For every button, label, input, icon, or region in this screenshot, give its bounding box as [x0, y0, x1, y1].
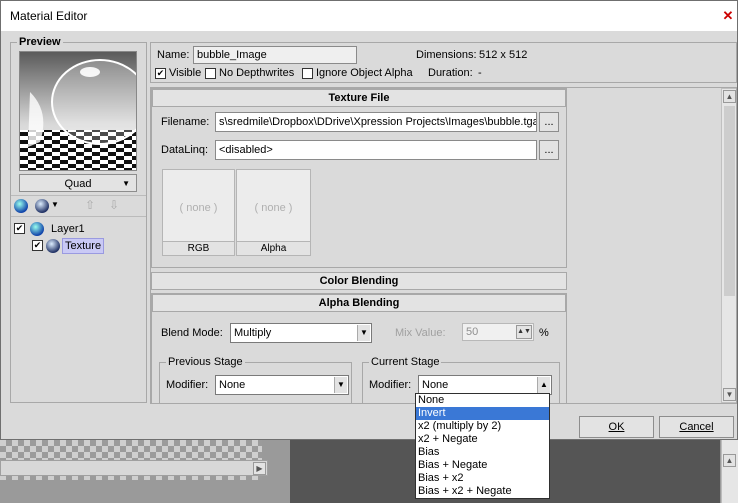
dropdown-option[interactable]: Bias + x2	[416, 472, 549, 485]
chevron-down-icon: ▼	[122, 179, 130, 188]
ignore-alpha-checkbox[interactable]	[302, 68, 313, 79]
datalinq-label: DataLinq:	[161, 144, 209, 156]
dropdown-option[interactable]: x2 + Negate	[416, 433, 549, 446]
dropdown-option[interactable]: None	[416, 394, 549, 407]
filename-browse-button[interactable]: ...	[539, 112, 559, 132]
layer1-checkbox[interactable]: ✔	[14, 223, 25, 234]
preview-group-title: Preview	[17, 36, 63, 48]
alpha-placeholder: ( none )	[254, 202, 293, 214]
spinner-icon[interactable]: ▲▼	[516, 325, 532, 339]
current-modifier-select[interactable]: None ▲	[418, 375, 552, 395]
duration-label: Duration:	[428, 67, 473, 79]
current-modifier-label: Modifier:	[369, 379, 412, 391]
mix-value-label: Mix Value:	[395, 327, 446, 339]
preview-render	[20, 52, 136, 170]
scroll-right-icon[interactable]: ▶	[253, 462, 266, 475]
chevron-down-icon[interactable]: ▼	[51, 200, 59, 209]
background-vertical-scrollbar[interactable]: ▲	[721, 440, 738, 503]
rgb-placeholder: ( none )	[179, 202, 218, 214]
filename-input[interactable]: s\sredmile\Dropbox\DDrive\Xpression Proj…	[215, 112, 537, 132]
alpha-blending-header[interactable]: Alpha Blending	[152, 294, 566, 312]
previous-modifier-label: Modifier:	[166, 379, 209, 391]
move-down-icon[interactable]: ⇩	[109, 198, 119, 212]
alpha-blending-section: Alpha Blending Blend Mode: Multiply ▼ Mi…	[151, 293, 567, 403]
alpha-thumbnail[interactable]: ( none ) Alpha	[236, 169, 311, 256]
close-icon[interactable]: ✕	[719, 8, 737, 24]
dropdown-option[interactable]: Bias	[416, 446, 549, 459]
current-stage-title: Current Stage	[369, 356, 442, 368]
chevron-up-icon: ▲	[537, 377, 550, 393]
window-title: Material Editor	[10, 9, 88, 23]
blend-mode-select[interactable]: Multiply ▼	[230, 323, 372, 343]
name-label: Name:	[157, 49, 190, 61]
duration-value: -	[478, 67, 482, 79]
chevron-down-icon: ▼	[334, 377, 347, 393]
texture-add-icon[interactable]	[35, 199, 49, 213]
texture-file-section: Texture File Filename: s\sredmile\Dropbo…	[151, 88, 567, 268]
ok-button[interactable]: OK	[579, 416, 654, 438]
dropdown-option[interactable]: x2 (multiply by 2)	[416, 420, 549, 433]
header-group: Name: bubble_Image Dimensions: 512 x 512…	[150, 42, 737, 83]
layer-add-icon[interactable]	[14, 199, 28, 213]
properties-panel: Texture File Filename: s\sredmile\Dropbo…	[150, 87, 737, 404]
move-up-icon[interactable]: ⇧	[85, 198, 95, 212]
dimensions-label: Dimensions:	[416, 49, 477, 61]
tree-item-texture[interactable]: ✔ Texture	[32, 238, 132, 254]
previous-stage-group: Previous Stage Modifier: None ▼	[159, 356, 352, 403]
background-horizontal-scrollbar[interactable]: ▶	[0, 460, 268, 476]
datalinq-input[interactable]: <disabled>	[215, 140, 537, 160]
layer-icon	[30, 222, 44, 236]
current-modifier-dropdown: None Invert x2 (multiply by 2) x2 + Nega…	[415, 393, 550, 499]
texture-file-header[interactable]: Texture File	[152, 89, 566, 107]
scroll-up-icon[interactable]: ▲	[723, 454, 736, 467]
dropdown-option[interactable]: Bias + Negate	[416, 459, 549, 472]
name-input[interactable]: bubble_Image	[193, 46, 357, 64]
tree-item-label: Layer1	[51, 223, 85, 235]
dropdown-option[interactable]: Bias + x2 + Negate	[416, 485, 549, 498]
dimensions-value: 512 x 512	[479, 49, 528, 61]
texture-icon	[46, 239, 60, 253]
dropdown-option-highlighted[interactable]: Invert	[416, 407, 549, 420]
visible-label: Visible	[169, 67, 202, 79]
previous-stage-title: Previous Stage	[166, 356, 245, 368]
title-bar: Material Editor ✕	[1, 1, 737, 31]
tree-item-layer1[interactable]: ✔ Layer1	[14, 221, 124, 237]
ignore-alpha-label: Ignore Object Alpha	[316, 67, 413, 79]
filename-label: Filename:	[161, 116, 210, 128]
alpha-caption: Alpha	[237, 241, 310, 255]
scroll-up-icon[interactable]: ▲	[723, 90, 736, 103]
mix-value-unit: %	[539, 327, 549, 339]
scroll-down-icon[interactable]: ▼	[723, 388, 736, 401]
texture-checkbox[interactable]: ✔	[32, 240, 43, 251]
previous-modifier-select[interactable]: None ▼	[215, 375, 349, 395]
properties-scrollbar[interactable]: ▲ ▼	[721, 88, 736, 403]
preview-group: Preview Quad ▼ ▼ ⇧ ⇩ ✔ Layer1 ✔ Texture	[10, 36, 147, 403]
rgb-caption: RGB	[163, 241, 234, 255]
preview-image	[19, 51, 137, 171]
scroll-thumb[interactable]	[724, 106, 735, 296]
tree-item-label: Texture	[62, 238, 105, 254]
preview-toolbar: ▼ ⇧ ⇩	[11, 195, 146, 217]
no-depthwrites-label: No Depthwrites	[219, 67, 295, 79]
no-depthwrites-checkbox[interactable]	[205, 68, 216, 79]
chevron-down-icon: ▼	[357, 325, 370, 341]
color-blending-header[interactable]: Color Blending	[151, 272, 567, 290]
rgb-thumbnail[interactable]: ( none ) RGB	[162, 169, 235, 256]
datalinq-browse-button[interactable]: ...	[539, 140, 559, 160]
shape-select[interactable]: Quad ▼	[19, 174, 137, 192]
mix-value-input[interactable]: 50 ▲▼	[462, 323, 534, 341]
visible-checkbox[interactable]: ✔	[155, 68, 166, 79]
blend-mode-label: Blend Mode:	[161, 327, 223, 339]
cancel-button[interactable]: Cancel	[659, 416, 734, 438]
material-editor-dialog: Material Editor ✕ Preview Quad ▼ ▼ ⇧ ⇩ ✔…	[0, 0, 738, 440]
